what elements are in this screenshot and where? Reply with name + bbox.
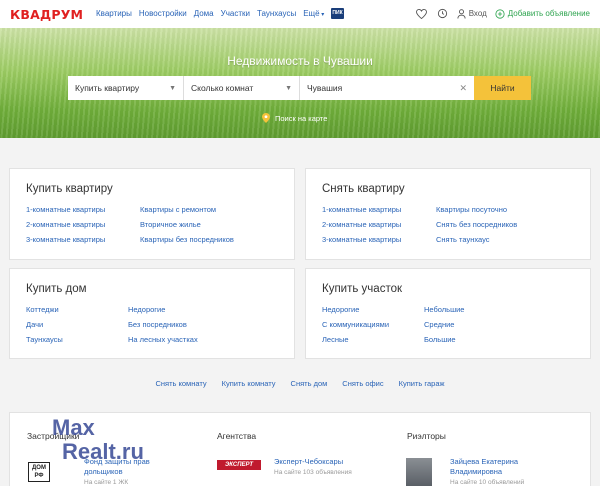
expert-agency-logo[interactable]: ЭКСПЕРТ [217,460,261,470]
location-input[interactable]: Чувашия ✕ [300,76,474,100]
card-link[interactable]: Лесные [322,335,389,344]
rooms-select[interactable]: Сколько комнат ▼ [184,76,300,100]
header-actions: Вход Добавить объявление [415,7,590,20]
quick-link-buy-garage[interactable]: Купить гараж [399,379,445,388]
card-buy-land: Купить участок Недорогие С коммуникациям… [305,268,591,359]
realtor-count: На сайте 10 объявлений [450,479,525,486]
card-title[interactable]: Купить участок [322,283,402,295]
realtor-avatar[interactable] [406,458,432,486]
clear-icon[interactable]: ✕ [459,83,467,94]
card-link[interactable]: 2-комнатные квартиры [322,220,401,229]
pik-logo[interactable]: ПИК [331,8,344,19]
add-listing-link[interactable]: Добавить объявление [495,8,590,19]
nav-more-dropdown[interactable]: Ещё [303,9,324,18]
card-link[interactable]: Снять таунхаус [436,235,517,244]
realtors-title[interactable]: Риэлторы [407,431,446,441]
agency-count: На сайте 103 объявления [274,469,352,476]
chevron-down-icon: ▼ [169,84,176,92]
card-title[interactable]: Купить квартиру [26,183,113,195]
chevron-down-icon: ▼ [285,84,292,92]
site-logo[interactable]: КВАДРУМ [10,7,83,22]
realtor-name[interactable]: Зайцева Екатерина Владимировна [450,457,518,476]
add-listing-label: Добавить объявление [507,9,590,18]
map-search-label: Поиск на карте [275,113,328,123]
agencies-title[interactable]: Агентства [217,431,256,441]
developers-title[interactable]: Застройщики [27,431,79,441]
nav-land[interactable]: Участки [221,9,250,18]
card-buy-flat: Купить квартиру 1-комнатные квартиры 2-к… [9,168,295,260]
login-label: Вход [468,9,487,18]
user-icon [457,8,466,19]
nav-townhouses[interactable]: Таунхаусы [257,9,296,18]
card-links-col1: Недорогие С коммуникациями Лесные [322,305,389,344]
card-links-col2: Квартиры посуточно Снять без посредников… [436,205,517,244]
card-links-col1: 1-комнатные квартиры 2-комнатные квартир… [322,205,401,244]
card-title[interactable]: Купить дом [26,283,87,295]
card-link[interactable]: Небольшие [424,305,464,314]
developer-count: На сайте 1 ЖК [84,479,129,486]
card-link[interactable]: Квартиры с ремонтом [140,205,234,214]
card-links-col2: Квартиры с ремонтом Вторичное жилье Квар… [140,205,234,244]
nav-flats[interactable]: Квартиры [96,9,132,18]
quick-link-rent-room[interactable]: Снять комнату [155,379,206,388]
quick-link-rent-house[interactable]: Снять дом [291,379,328,388]
card-link[interactable]: Средние [424,320,464,329]
deal-type-value: Купить квартиру [75,83,140,93]
search-bar: Купить квартиру ▼ Сколько комнат ▼ Чуваш… [68,76,531,100]
rooms-value: Сколько комнат [191,83,254,93]
agency-item: Эксперт-Чебоксары На сайте 103 объявлени… [274,457,384,478]
card-link[interactable]: Без посредников [128,320,198,329]
hero-title: Недвижимость в Чувашии [227,54,373,68]
hero-search-banner: Недвижимость в Чувашии Купить квартиру ▼… [0,28,600,138]
card-link[interactable]: Квартиры без посредников [140,235,234,244]
card-link[interactable]: 1-комнатные квартиры [26,205,105,214]
card-link[interactable]: С коммуникациями [322,320,389,329]
main-nav: Квартиры Новостройки Дома Участки Таунха… [96,9,324,18]
card-link[interactable]: Недорогие [322,305,389,314]
top-header: КВАДРУМ Квартиры Новостройки Дома Участк… [0,0,600,28]
card-links-col1: 1-комнатные квартиры 2-комнатные квартир… [26,205,105,244]
developer-name[interactable]: Фонд защиты прав дольщиков [84,457,150,476]
card-link[interactable]: Таунхаусы [26,335,63,344]
card-link[interactable]: Снять без посредников [436,220,517,229]
quick-link-rent-office[interactable]: Снять офис [342,379,383,388]
nav-houses[interactable]: Дома [194,9,214,18]
favorites-heart-icon[interactable] [415,7,428,20]
card-rent-flat: Снять квартиру 1-комнатные квартиры 2-ко… [305,168,591,260]
map-search-link[interactable]: Поиск на карте [262,113,327,123]
quick-links: Снять комнату Купить комнату Снять дом С… [0,379,600,388]
map-pin-icon [262,113,270,123]
developer-item: Фонд защиты прав дольщиков На сайте 1 ЖК [84,457,174,486]
card-links-col1: Коттеджи Дачи Таунхаусы [26,305,63,344]
card-link[interactable]: Большие [424,335,464,344]
agency-name[interactable]: Эксперт-Чебоксары [274,457,343,466]
card-link[interactable]: Дачи [26,320,63,329]
location-value: Чувашия [307,83,343,93]
dom-rf-logo[interactable]: ДОМ РФ [28,462,50,482]
history-clock-icon[interactable] [436,7,449,20]
card-buy-house: Купить дом Коттеджи Дачи Таунхаусы Недор… [9,268,295,359]
card-link[interactable]: Недорогие [128,305,198,314]
card-link[interactable]: 1-комнатные квартиры [322,205,401,214]
deal-type-select[interactable]: Купить квартиру ▼ [68,76,184,100]
card-link[interactable]: Вторичное жилье [140,220,234,229]
card-link[interactable]: 3-комнатные квартиры [322,235,401,244]
search-button[interactable]: Найти [474,76,531,100]
realtor-item: Зайцева Екатерина Владимировна На сайте … [450,457,560,486]
plus-circle-icon [495,8,505,19]
card-links-col2: Недорогие Без посредников На лесных учас… [128,305,198,344]
card-link[interactable]: 3-комнатные квартиры [26,235,105,244]
card-title[interactable]: Снять квартиру [322,183,405,195]
card-link[interactable]: Квартиры посуточно [436,205,517,214]
card-links-col2: Небольшие Средние Большие [424,305,464,344]
quick-link-buy-room[interactable]: Купить комнату [222,379,276,388]
card-link[interactable]: Коттеджи [26,305,63,314]
login-link[interactable]: Вход [457,8,487,19]
nav-new-buildings[interactable]: Новостройки [139,9,187,18]
card-link[interactable]: 2-комнатные квартиры [26,220,105,229]
card-link[interactable]: На лесных участках [128,335,198,344]
